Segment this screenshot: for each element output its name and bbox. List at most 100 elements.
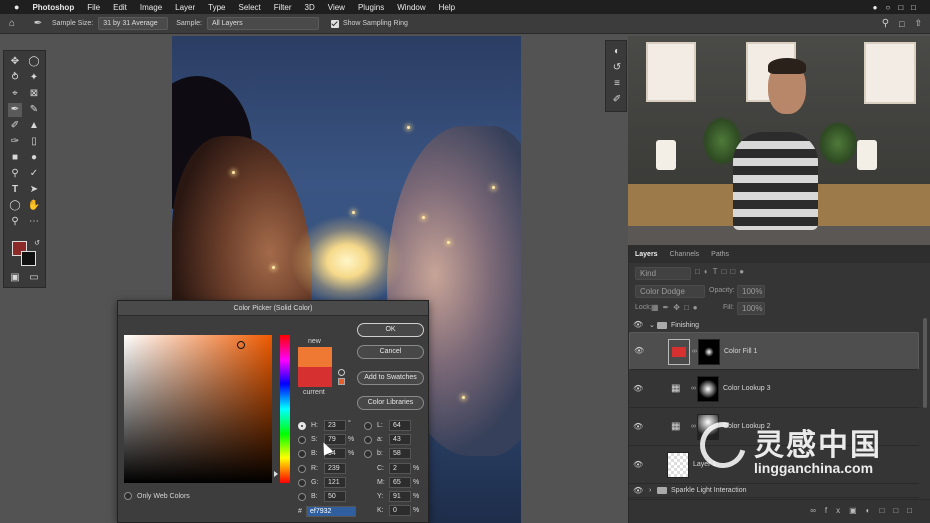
pen-tool-icon[interactable]: ✓ <box>27 167 41 181</box>
filter-icons[interactable]: □◐T□□● <box>695 267 748 276</box>
eye-icon[interactable]: 👁 <box>634 346 644 356</box>
chevron-right-icon[interactable]: › <box>649 487 651 494</box>
layer-kind-filter[interactable]: Kind <box>635 267 691 280</box>
fill-input[interactable]: 100% <box>737 302 765 315</box>
lab-b-radio[interactable] <box>364 450 372 458</box>
blur-tool-icon[interactable]: ● <box>27 151 41 165</box>
marquee-tool-icon[interactable]: ◯ <box>27 55 41 69</box>
layer-group-sparkle[interactable]: 👁 › Sparkle Light Interaction <box>629 484 919 498</box>
tab-channels[interactable]: Channels <box>670 251 700 258</box>
path-select-icon[interactable]: ➤ <box>27 183 41 197</box>
red-radio[interactable] <box>298 465 306 473</box>
sample-size-select[interactable]: 31 by 31 Average <box>98 17 169 30</box>
menu-help[interactable]: Help <box>439 3 455 12</box>
yellow-field[interactable]: 91 <box>389 491 411 502</box>
lock-icons[interactable]: ▦✒✥□● <box>651 303 702 312</box>
menu-type[interactable]: Type <box>208 3 225 12</box>
search-icon[interactable]: ⚲ <box>882 18 889 29</box>
shape-tool-icon[interactable]: ◯ <box>8 199 22 213</box>
web-safe-swatch[interactable] <box>338 378 345 385</box>
lab-b-field[interactable]: 58 <box>389 448 411 459</box>
transparent-thumbnail[interactable] <box>667 452 689 478</box>
menu-select[interactable]: Select <box>239 3 261 12</box>
mask-thumbnail[interactable] <box>698 339 720 365</box>
color-field-cursor[interactable] <box>237 341 245 349</box>
ok-button[interactable]: OK <box>357 323 424 337</box>
color-panel-icon[interactable]: ◐ <box>610 45 624 59</box>
layer-group-finishing[interactable]: 👁 ⌄ Finishing <box>629 318 919 332</box>
lasso-tool-icon[interactable]: ⥁ <box>8 71 22 85</box>
lab-a-field[interactable]: 43 <box>389 434 411 445</box>
stamp-tool-icon[interactable]: ▲ <box>27 119 41 133</box>
hex-field[interactable]: ef7932 <box>306 506 356 517</box>
menu-edit[interactable]: Edit <box>113 3 127 12</box>
green-field[interactable]: 121 <box>324 477 346 488</box>
saturation-radio[interactable] <box>298 436 306 444</box>
history-panel-icon[interactable]: ↺ <box>610 61 624 75</box>
quick-mask-icon[interactable]: ▣ <box>8 271 22 285</box>
hue-field[interactable]: 23 <box>324 420 346 431</box>
eyedropper-icon[interactable]: ✒ <box>8 103 22 117</box>
only-web-colors-checkbox[interactable] <box>124 492 132 500</box>
eraser-tool-icon[interactable]: ▯ <box>27 135 41 149</box>
brush-tool-icon[interactable]: ✐ <box>8 119 22 133</box>
brush-panel-icon[interactable]: ✐ <box>610 93 624 107</box>
blue-radio[interactable] <box>298 493 306 501</box>
zoom-tool-icon[interactable]: ⚲ <box>8 215 22 229</box>
sample-select[interactable]: All Layers <box>206 17 319 30</box>
color-libraries-button[interactable]: Color Libraries <box>357 396 424 410</box>
menu-app-name[interactable]: Photoshop <box>32 3 74 12</box>
black-field[interactable]: 0 <box>389 505 411 516</box>
red-field[interactable]: 239 <box>324 463 346 474</box>
tab-layers[interactable]: Layers <box>635 251 658 258</box>
lab-l-radio[interactable] <box>364 422 372 430</box>
eye-icon[interactable]: 👁 <box>633 486 643 496</box>
healing-brush-icon[interactable]: ✎ <box>27 103 41 117</box>
lab-l-field[interactable]: 64 <box>389 420 411 431</box>
dodge-tool-icon[interactable]: ⚲ <box>8 167 22 181</box>
more-tools-icon[interactable]: ⋯ <box>27 215 41 229</box>
screen-mode-icon[interactable]: ▭ <box>27 271 41 285</box>
brightness-radio[interactable] <box>298 450 306 458</box>
layer-color-lookup-3[interactable]: 👁 ▦ ∞ Color Lookup 3 <box>629 370 919 408</box>
blend-mode-select[interactable]: Color Dodge <box>635 285 705 298</box>
history-brush-icon[interactable]: ✑ <box>8 135 22 149</box>
menu-window[interactable]: Window <box>397 3 425 12</box>
menu-view[interactable]: View <box>328 3 345 12</box>
home-icon[interactable]: ⌂ <box>0 18 24 29</box>
blue-field[interactable]: 50 <box>324 491 346 502</box>
crop-tool-icon[interactable]: ⌖ <box>8 87 22 101</box>
menu-filter[interactable]: Filter <box>274 3 292 12</box>
mask-thumbnail[interactable] <box>697 376 719 402</box>
eye-icon[interactable]: 👁 <box>633 422 643 432</box>
share-icon[interactable]: ⇧ <box>914 18 922 29</box>
frame-tool-icon[interactable]: ⊠ <box>27 87 41 101</box>
magenta-field[interactable]: 65 <box>389 477 411 488</box>
swap-colors-icon[interactable]: ↺ <box>30 237 44 251</box>
layer-actions[interactable]: ∞fx▣◐□□□ <box>810 506 921 515</box>
menu-layer[interactable]: Layer <box>175 3 195 12</box>
eye-icon[interactable]: 👁 <box>633 460 643 470</box>
hue-slider[interactable] <box>280 335 290 483</box>
magic-wand-tool-icon[interactable]: ✦ <box>27 71 41 85</box>
green-radio[interactable] <box>298 479 306 487</box>
eye-icon[interactable]: 👁 <box>633 384 643 394</box>
hue-radio[interactable] <box>298 422 306 430</box>
cancel-button[interactable]: Cancel <box>357 345 424 359</box>
opacity-input[interactable]: 100% <box>737 285 765 298</box>
panel-scrollbar[interactable] <box>923 318 927 408</box>
background-color-swatch[interactable] <box>21 251 36 266</box>
eye-icon[interactable]: 👁 <box>633 320 643 330</box>
current-color-swatch[interactable] <box>298 367 332 387</box>
type-tool-icon[interactable]: T <box>8 183 22 197</box>
lab-a-radio[interactable] <box>364 436 372 444</box>
eyedropper-tool-icon[interactable]: ✒ <box>24 18 52 29</box>
apple-icon[interactable]: ● <box>14 2 19 12</box>
hand-tool-icon[interactable]: ✋ <box>27 199 41 213</box>
adjustments-panel-icon[interactable]: ≡ <box>610 77 624 91</box>
add-to-swatches-button[interactable]: Add to Swatches <box>357 371 424 385</box>
menu-image[interactable]: Image <box>140 3 162 12</box>
gradient-tool-icon[interactable]: ■ <box>8 151 22 165</box>
workspace-icon[interactable]: □ <box>899 19 904 29</box>
menu-file[interactable]: File <box>87 3 100 12</box>
